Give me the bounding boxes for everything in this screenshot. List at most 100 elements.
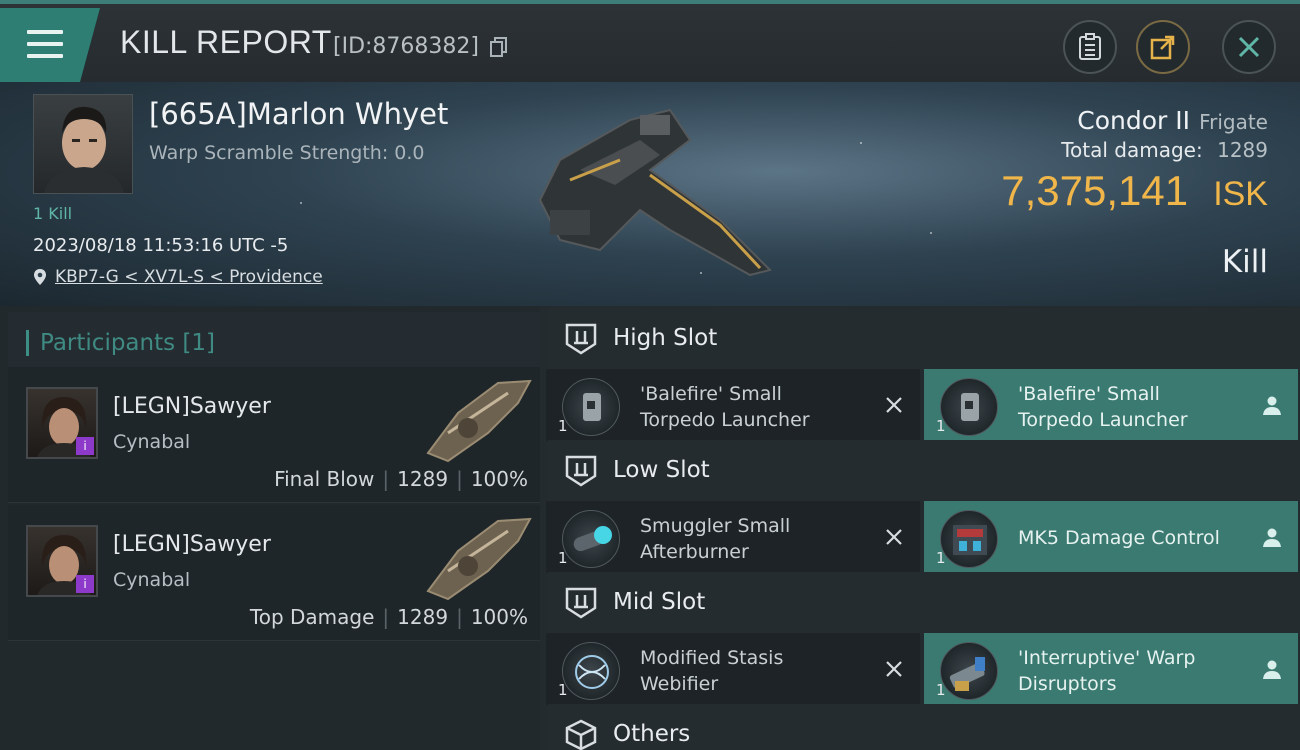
portrait-image	[44, 106, 124, 193]
dropped-x-icon	[886, 397, 902, 413]
ship-image	[538, 108, 772, 277]
module-name-line: 'Balefire' Small	[1018, 383, 1160, 405]
close-icon	[1238, 36, 1260, 58]
participant-role: Final Blow	[274, 467, 375, 491]
menu-icon	[27, 30, 63, 34]
participant-ship-image	[426, 379, 532, 463]
clipboard-icon	[1079, 33, 1101, 60]
result-label: Kill	[1221, 244, 1268, 280]
participant-avatar[interactable]: i	[26, 525, 98, 597]
person-icon	[1263, 396, 1281, 415]
stat-separator: |	[382, 467, 390, 491]
menu-icon-line	[27, 42, 63, 46]
stasis-webifier-icon	[562, 642, 620, 700]
module-item[interactable]: 1 Modified Stasis Webifier	[546, 633, 920, 705]
mid-slot-label: Mid Slot	[613, 589, 706, 615]
star	[300, 202, 302, 204]
others-header: Others	[548, 704, 1300, 750]
victim-name[interactable]: [665A]Marlon Whyet	[149, 97, 448, 131]
module-name-line: MK5 Damage Control	[1018, 527, 1220, 549]
participant-name[interactable]: [LEGN]Sawyer	[113, 532, 271, 557]
isk-row: 7,375,141 ISK	[1001, 167, 1268, 215]
header-accent-bar	[26, 330, 29, 356]
module-name: 'Balefire' Small Torpedo Launcher	[640, 381, 870, 433]
menu-button[interactable]	[0, 8, 100, 82]
high-slot-icon	[565, 323, 597, 355]
star	[930, 232, 932, 234]
isk-value: 7,375,141	[1001, 167, 1189, 214]
participant-name[interactable]: [LEGN]Sawyer	[113, 394, 271, 419]
module-item[interactable]: 1 'Balefire' Small Torpedo Launcher	[924, 369, 1298, 441]
menu-icon-line	[27, 54, 63, 58]
mid-slot-header: Mid Slot	[548, 572, 1300, 634]
report-id: [ID:8768382]	[333, 34, 479, 59]
participant-damage: 1289	[397, 605, 449, 629]
module-item[interactable]: 1 Smuggler Small Afterburner	[546, 501, 920, 573]
share-icon	[1150, 35, 1175, 60]
title-bar: KILL REPORT [ID:8768382]	[0, 0, 1300, 82]
person-icon	[1263, 660, 1281, 679]
kill-timestamp: 2023/08/18 11:53:16 UTC -5	[33, 235, 289, 256]
high-slot-label: High Slot	[613, 325, 718, 351]
module-name-line: Webifier	[640, 673, 719, 695]
isk-unit: ISK	[1213, 175, 1268, 213]
module-item[interactable]: 1 'Balefire' Small Torpedo Launcher	[546, 369, 920, 441]
participant-row[interactable]: i [LEGN]Sawyer Cynabal Final Blow | 1289 | 1…	[8, 367, 540, 503]
dropped-x-icon	[886, 661, 902, 677]
victim-avatar[interactable]	[33, 94, 133, 194]
module-quantity: 1	[936, 417, 946, 435]
total-damage-row: Total damage: 1289	[1061, 138, 1268, 162]
module-item[interactable]: 1 MK5 Damage Control	[924, 501, 1298, 573]
module-name-line: Torpedo Launcher	[640, 409, 810, 431]
participant-ship-image	[426, 517, 532, 601]
low-slot-header: Low Slot	[548, 440, 1300, 502]
participant-damage: 1289	[397, 467, 449, 491]
participant-percent: 100%	[470, 605, 528, 629]
damage-control-icon	[940, 510, 998, 568]
info-badge-icon: i	[76, 437, 94, 455]
participant-stats: Final Blow | 1289 | 100%	[274, 467, 528, 491]
module-name-line: 'Balefire' Small	[640, 383, 782, 405]
ship-class: Frigate	[1199, 110, 1268, 134]
module-quantity: 1	[936, 549, 946, 567]
participant-ship: Cynabal	[113, 431, 191, 453]
location-text[interactable]: KBP7-G < XV7L-S < Providence	[55, 267, 323, 287]
close-button[interactable]	[1222, 20, 1276, 74]
module-name-line: Modified Stasis	[640, 647, 784, 669]
module-quantity: 1	[936, 681, 946, 699]
module-name: MK5 Damage Control	[1018, 525, 1248, 551]
module-item[interactable]: 1 'Interruptive' Warp Disruptors	[924, 633, 1298, 705]
total-damage-label: Total damage:	[1061, 138, 1203, 162]
warp-scramble-strength: Warp Scramble Strength: 0.0	[149, 142, 425, 164]
high-slot-header: High Slot	[548, 308, 1300, 370]
afterburner-icon	[562, 510, 620, 568]
copy-icon[interactable]	[490, 37, 508, 57]
page-title: KILL REPORT	[120, 24, 332, 60]
participants-title: Participants [1]	[40, 330, 215, 356]
clipboard-button[interactable]	[1063, 20, 1117, 74]
participant-row[interactable]: i [LEGN]Sawyer Cynabal Top Damage | 1289 | 1…	[8, 505, 540, 641]
low-slot-label: Low Slot	[613, 457, 710, 483]
share-button[interactable]	[1136, 20, 1190, 74]
victim-banner: [665A]Marlon Whyet Warp Scramble Strengt…	[0, 82, 1300, 306]
kill-count: 1 Kill	[33, 204, 73, 223]
others-label: Others	[613, 721, 691, 747]
participant-role: Top Damage	[249, 605, 375, 629]
mid-slot-icon	[565, 587, 597, 619]
module-name-line: 'Interruptive' Warp	[1018, 647, 1196, 669]
ship-name-row: Condor II Frigate	[1077, 106, 1268, 135]
dropped-x-icon	[886, 529, 902, 545]
warp-disruptor-icon	[940, 642, 998, 700]
fitting-panel: High Slot 1 'Balefire' Small Torpedo Lau…	[540, 306, 1300, 750]
torpedo-launcher-icon	[940, 378, 998, 436]
cargo-box-icon	[565, 719, 597, 750]
stat-separator: |	[382, 605, 390, 629]
ship-name[interactable]: Condor II	[1077, 106, 1190, 135]
module-name-line: Smuggler Small	[640, 515, 791, 537]
module-quantity: 1	[558, 417, 568, 435]
location-link[interactable]: KBP7-G < XV7L-S < Providence	[33, 267, 323, 287]
participant-stats: Top Damage | 1289 | 100%	[250, 605, 528, 629]
participants-header: Participants [1]	[8, 312, 540, 370]
participant-avatar[interactable]: i	[26, 387, 98, 459]
module-quantity: 1	[558, 549, 568, 567]
